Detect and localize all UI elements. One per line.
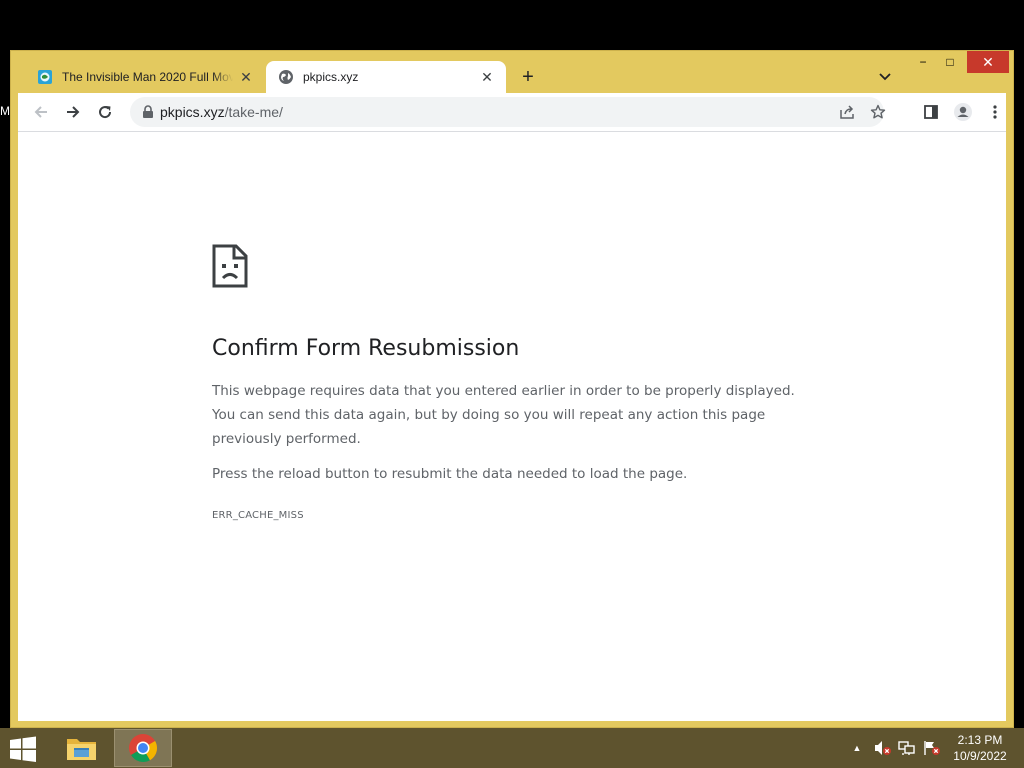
back-arrow-icon <box>34 106 47 118</box>
tab-close-icon[interactable]: ✕ <box>237 68 255 86</box>
show-hidden-icons-button[interactable]: ▲ <box>850 738 864 758</box>
start-button[interactable] <box>6 734 40 764</box>
reload-button[interactable] <box>91 98 119 126</box>
taskbar-file-explorer[interactable] <box>53 729 111 767</box>
tab-pkpics[interactable]: pkpics.xyz ✕ <box>266 61 506 93</box>
side-panel-button[interactable] <box>917 98 945 126</box>
url-text[interactable]: pkpics.xyz/take-me/ <box>160 104 283 120</box>
tab-title: pkpics.xyz <box>303 70 359 84</box>
lock-icon[interactable] <box>140 104 156 120</box>
browser-toolbar: pkpics.xyz/take-me/ <box>18 93 1006 131</box>
close-window-button[interactable]: ✕ <box>967 51 1009 73</box>
profile-button[interactable] <box>949 98 977 126</box>
bookmark-star-icon[interactable] <box>867 101 889 123</box>
new-tab-button[interactable]: + <box>515 64 541 90</box>
forward-button[interactable] <box>59 98 87 126</box>
error-hint: Press the reload button to resubmit the … <box>212 466 688 482</box>
error-description: This webpage requires data that you ente… <box>212 383 795 447</box>
network-icon[interactable] <box>896 738 918 758</box>
volume-muted-icon[interactable] <box>871 738 893 758</box>
url-path: /take-me/ <box>224 104 283 120</box>
globe-icon <box>278 69 294 85</box>
taskbar-chrome[interactable] <box>114 729 172 767</box>
clock-date: 10/9/2022 <box>953 749 1007 763</box>
more-vert-icon <box>993 105 997 119</box>
taskbar-clock[interactable]: 2:13 PM 10/9/2022 <box>944 732 1016 764</box>
menu-button[interactable] <box>981 98 1009 126</box>
avatar-icon <box>954 103 972 121</box>
action-center-flag-icon[interactable] <box>920 738 942 758</box>
tab-invisible-man[interactable]: The Invisible Man 2020 Full Movie ✕ <box>11 61 265 93</box>
folder-icon <box>67 739 96 760</box>
chevron-down-icon <box>879 73 891 81</box>
url-host: pkpics.xyz <box>160 104 225 120</box>
site-globe-icon <box>37 69 53 85</box>
page-content: Confirm Form Resubmission This webpage r… <box>18 131 1006 721</box>
minimize-button[interactable]: − <box>911 51 935 73</box>
error-title: Confirm Form Resubmission <box>212 336 520 361</box>
share-icon[interactable] <box>836 101 858 123</box>
forward-arrow-icon <box>67 106 80 118</box>
tab-title: The Invisible Man 2020 Full Movie <box>62 70 233 84</box>
clock-time: 2:13 PM <box>957 733 1003 747</box>
address-bar[interactable]: pkpics.xyz/take-me/ <box>130 97 886 127</box>
error-code: ERR_CACHE_MISS <box>212 510 304 521</box>
tab-close-icon[interactable]: ✕ <box>478 68 496 86</box>
reload-icon <box>99 106 112 119</box>
chrome-icon <box>129 734 158 763</box>
back-button[interactable] <box>27 98 55 126</box>
browser-window: The Invisible Man 2020 Full Movie ✕ pkpi… <box>10 50 1014 728</box>
desktop-edge-text: M <box>0 104 10 118</box>
tab-strip: The Invisible Man 2020 Full Movie ✕ pkpi… <box>11 51 1013 93</box>
windows-logo-icon <box>10 736 36 762</box>
side-panel-icon <box>924 105 938 119</box>
tab-search-button[interactable] <box>873 65 897 89</box>
taskbar: ▲ 2:13 PM 10/9/2022 <box>0 728 1024 768</box>
sad-page-icon <box>212 244 248 288</box>
maximize-button[interactable]: □ <box>938 51 962 73</box>
